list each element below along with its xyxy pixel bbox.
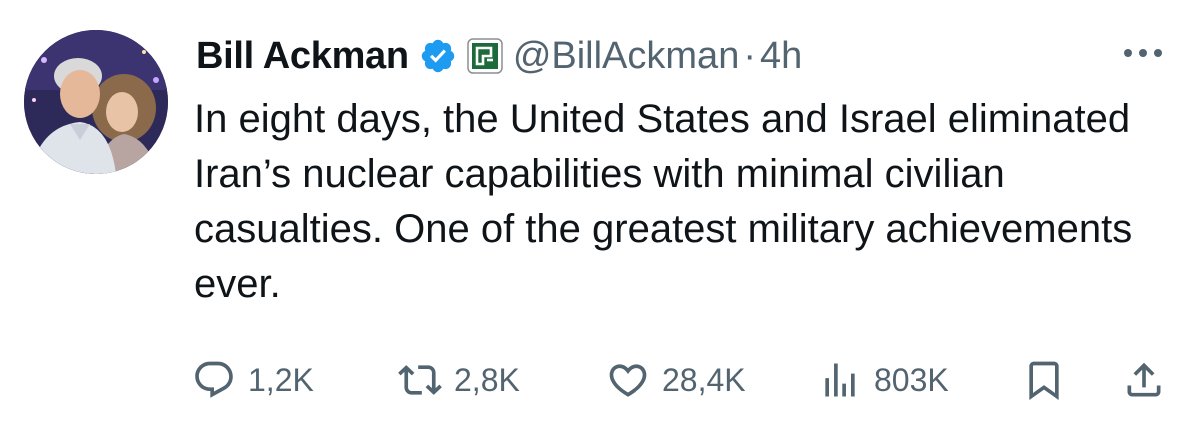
handle[interactable]: @BillAckman bbox=[513, 35, 740, 78]
avatar[interactable] bbox=[24, 30, 168, 174]
reply-count: 1,2K bbox=[248, 361, 314, 398]
tweet-text: In eight days, the United States and Isr… bbox=[194, 97, 1133, 306]
like-count: 28,4K bbox=[662, 361, 746, 398]
reply-button[interactable]: 1,2K bbox=[192, 350, 314, 410]
like-button[interactable]: 28,4K bbox=[606, 350, 746, 410]
bookmark-icon bbox=[1022, 358, 1066, 402]
views-count: 803K bbox=[874, 361, 949, 398]
pershing-square-affiliate-icon[interactable] bbox=[467, 38, 503, 74]
reply-icon bbox=[192, 358, 236, 402]
timestamp[interactable]: 4h bbox=[760, 35, 802, 78]
repost-button[interactable]: 2,8K bbox=[398, 350, 520, 410]
views-button[interactable]: 803K bbox=[818, 350, 949, 410]
verified-badge-icon[interactable] bbox=[419, 37, 457, 75]
display-name[interactable]: Bill Ackman bbox=[196, 35, 409, 78]
views-icon bbox=[818, 358, 862, 402]
bookmark-button[interactable] bbox=[1022, 350, 1066, 410]
action-bar: 1,2K 2,8K 28,4K 803K bbox=[192, 350, 1172, 410]
more-options-icon[interactable] bbox=[1118, 40, 1168, 66]
share-button[interactable] bbox=[1122, 350, 1166, 410]
share-icon bbox=[1122, 358, 1166, 402]
tweet[interactable]: Bill Ackman @BillAckman · 4h In eight da… bbox=[0, 0, 1200, 421]
tweet-header: Bill Ackman @BillAckman · 4h bbox=[196, 28, 802, 84]
repost-icon bbox=[398, 358, 442, 402]
repost-count: 2,8K bbox=[454, 361, 520, 398]
heart-icon bbox=[606, 358, 650, 402]
avatar-image bbox=[24, 30, 168, 174]
separator-dot: · bbox=[743, 34, 756, 77]
